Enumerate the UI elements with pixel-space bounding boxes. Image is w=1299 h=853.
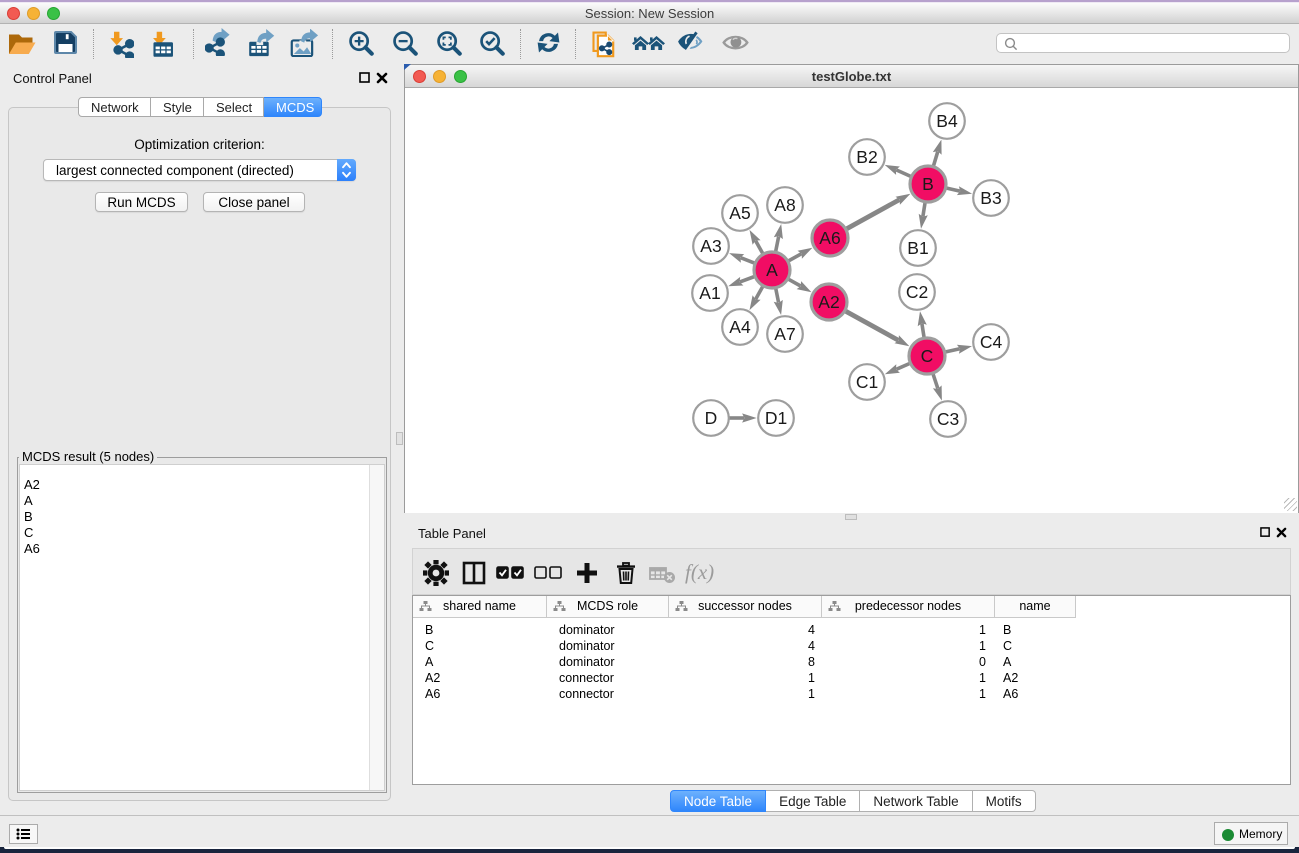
svg-text:A8: A8 [774, 195, 795, 215]
svg-text:B: B [922, 174, 934, 194]
svg-text:B3: B3 [980, 188, 1001, 208]
svg-text:B4: B4 [936, 111, 958, 131]
svg-text:B1: B1 [907, 238, 928, 258]
svg-text:C1: C1 [856, 372, 878, 392]
svg-text:A2: A2 [818, 292, 839, 312]
svg-text:A1: A1 [699, 283, 720, 303]
svg-text:C4: C4 [980, 332, 1003, 352]
svg-text:A6: A6 [819, 228, 840, 248]
svg-text:A: A [766, 260, 778, 280]
svg-text:C3: C3 [937, 409, 959, 429]
svg-text:A4: A4 [729, 317, 751, 337]
svg-text:A7: A7 [774, 324, 795, 344]
svg-text:D: D [705, 408, 718, 428]
svg-text:B2: B2 [856, 147, 877, 167]
svg-text:A5: A5 [729, 203, 750, 223]
svg-text:C2: C2 [906, 282, 928, 302]
svg-text:D1: D1 [765, 408, 787, 428]
svg-text:C: C [921, 346, 934, 366]
svg-text:A3: A3 [700, 236, 721, 256]
